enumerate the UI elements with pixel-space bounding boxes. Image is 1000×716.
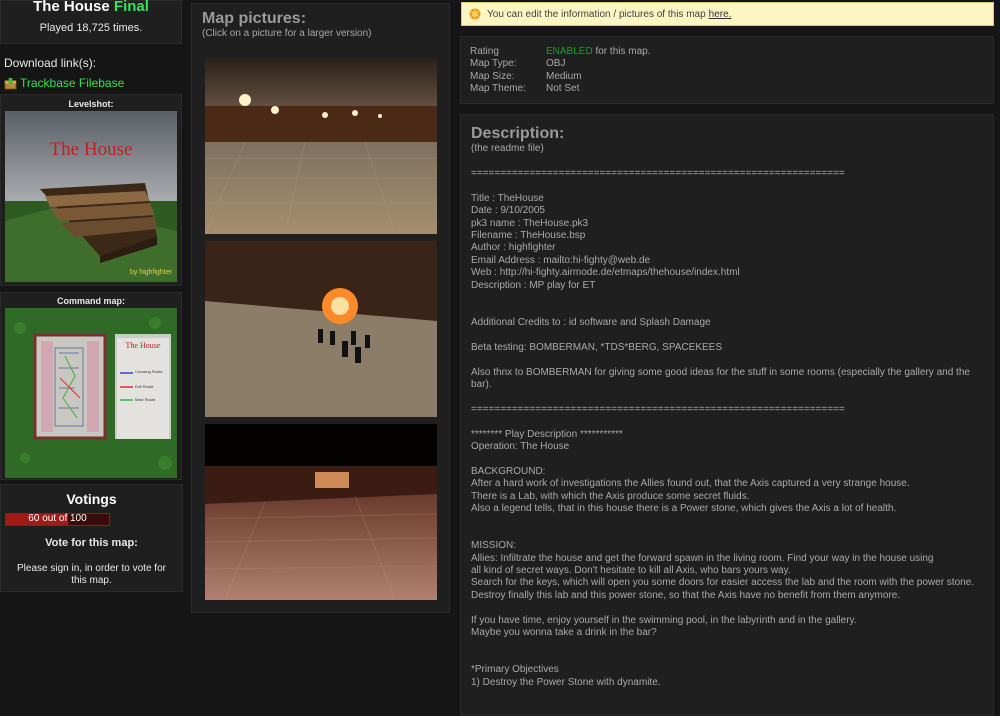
command-map-svg bbox=[5, 308, 177, 478]
levelshot-credit: by highfighter bbox=[129, 269, 172, 276]
trackbase-filebase-link[interactable]: Trackbase Filebase bbox=[20, 76, 124, 90]
edit-here-link[interactable]: here. bbox=[709, 9, 732, 20]
command-map-label: Command map: bbox=[56, 296, 125, 306]
map-pictures-subtitle: (Click on a picture for a larger version… bbox=[202, 28, 372, 39]
command-map-legend-main: Main Route bbox=[135, 397, 156, 402]
edit-notice-text: You can edit the information / pictures … bbox=[487, 8, 706, 20]
command-map-title: The House bbox=[125, 341, 161, 350]
description-subtitle: (the readme file) bbox=[471, 143, 544, 154]
edit-notice: You can edit the information / pictures … bbox=[461, 2, 994, 26]
info-row-map-theme: Map Theme: Not Set bbox=[470, 83, 580, 95]
map-picture-2-svg bbox=[205, 241, 437, 417]
star-icon bbox=[469, 8, 481, 20]
map-title: The House Final bbox=[33, 0, 149, 15]
command-map-image[interactable]: The House Crossing Route Exit Route Main… bbox=[5, 308, 177, 478]
map-picture-2[interactable] bbox=[205, 241, 437, 417]
map-pictures-panel: Map pictures: (Click on a picture for a … bbox=[191, 3, 450, 613]
title-panel: The House Final Played 18,725 times. bbox=[0, 0, 182, 44]
map-picture-3-svg bbox=[205, 424, 437, 600]
map-info-panel: Rating ENABLED for this map. Map Type: O… bbox=[460, 36, 994, 104]
readme-text: ========================================… bbox=[471, 168, 975, 688]
votings-panel: Votings 60 out of 100 Vote for this map:… bbox=[0, 484, 183, 592]
map-picture-1-svg bbox=[205, 58, 437, 234]
levelshot-title: The House bbox=[49, 139, 133, 160]
map-pictures-title: Map pictures: bbox=[202, 10, 307, 27]
info-row-rating: Rating ENABLED for this map. bbox=[470, 45, 651, 57]
info-row-map-type: Map Type: OBJ bbox=[470, 58, 566, 70]
rating-status: ENABLED bbox=[546, 45, 593, 57]
vote-score-bar: 60 out of 100 bbox=[5, 513, 110, 526]
download-section: Download link(s): Trackbase Filebase bbox=[0, 44, 181, 90]
map-title-suffix: Final bbox=[113, 0, 149, 15]
description-panel: Description: (the readme file) =========… bbox=[460, 114, 994, 716]
played-count: Played 18,725 times. bbox=[39, 22, 143, 34]
info-row-map-size: Map Size: Medium bbox=[470, 70, 582, 82]
description-title: Description: bbox=[471, 125, 565, 142]
vote-score-text: 60 out of 100 bbox=[28, 513, 87, 524]
vote-sign-in-message: Please sign in, in order to vote for thi… bbox=[17, 563, 166, 586]
vote-for-map-title: Vote for this map: bbox=[45, 537, 138, 549]
command-map-panel: Command map: The House Crossing Route Ex… bbox=[0, 292, 182, 480]
levelshot-label: Levelshot: bbox=[68, 99, 114, 109]
levelshot-image[interactable]: The House by highfighter bbox=[5, 111, 177, 282]
votings-title: Votings bbox=[66, 491, 117, 507]
download-link-row[interactable]: Trackbase Filebase bbox=[4, 76, 181, 90]
command-map-legend-crossing: Crossing Route bbox=[135, 369, 163, 374]
map-picture-3[interactable] bbox=[205, 424, 437, 600]
levelshot-svg bbox=[5, 111, 177, 282]
map-info-table: Rating ENABLED for this map. Map Type: O… bbox=[470, 45, 651, 95]
command-map-legend-exit: Exit Route bbox=[135, 384, 154, 389]
levelshot-panel: Levelshot: The House by highfighter bbox=[0, 94, 182, 286]
map-picture-1[interactable] bbox=[205, 58, 437, 234]
left-sidebar: The House Final Played 18,725 times. Dow… bbox=[0, 0, 183, 692]
download-label: Download link(s): bbox=[4, 56, 97, 70]
package-icon bbox=[4, 77, 17, 90]
